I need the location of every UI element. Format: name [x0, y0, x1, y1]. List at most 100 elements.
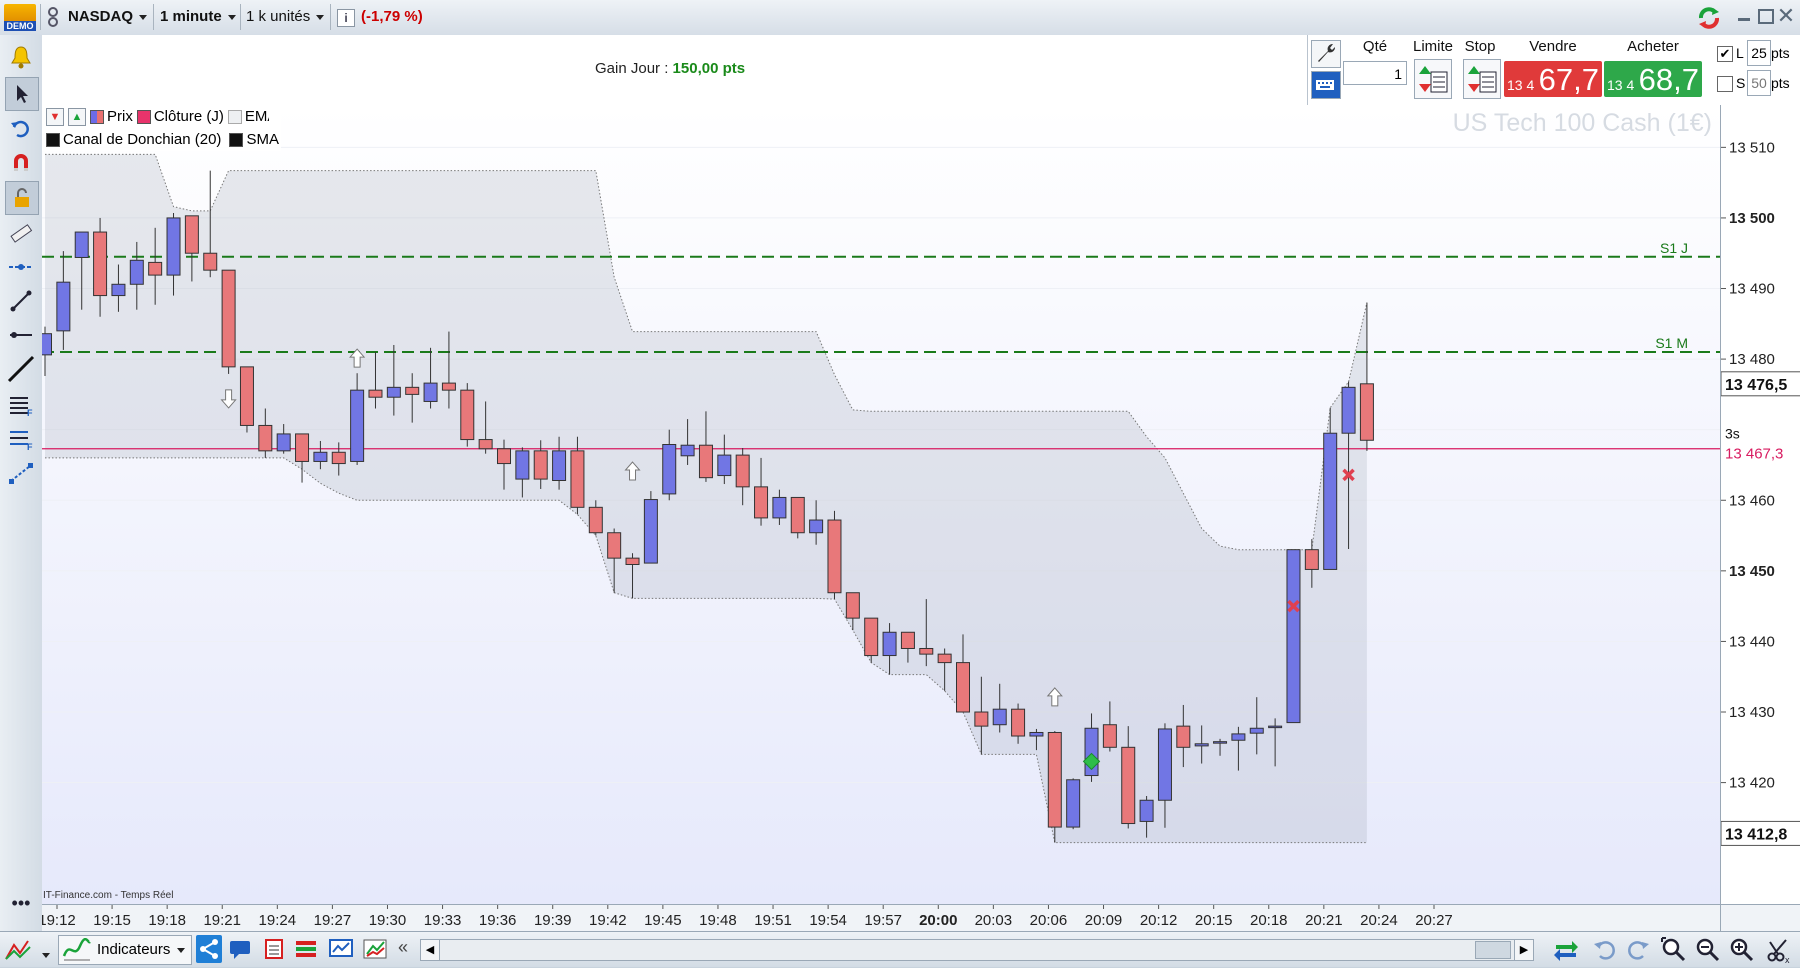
limit-toggle-label: L	[1736, 45, 1744, 61]
alert-bell-icon[interactable]	[5, 41, 37, 73]
chevron-down-icon	[316, 14, 325, 20]
legend-ema[interactable]: EMA	[245, 105, 269, 128]
ruler-icon[interactable]	[5, 217, 37, 249]
checklist-icon[interactable]	[262, 938, 286, 960]
candle-body	[827, 519, 842, 594]
segment-icon[interactable]	[5, 319, 37, 351]
scissors-icon[interactable]: x	[1766, 937, 1794, 965]
legend-donchian[interactable]: Canal de Donchian (20)	[63, 128, 221, 151]
legend-sma[interactable]: SMA	[246, 128, 279, 151]
buy-price-prefix: 13 4	[1607, 77, 1635, 93]
maximize-button[interactable]	[1758, 9, 1774, 24]
stop-distance-input[interactable]: 50	[1747, 70, 1771, 96]
price-tick-label: 13 490	[1729, 281, 1775, 298]
timeframe-selector[interactable]: 1 minute	[160, 5, 236, 29]
time-tick-label: 20:00	[919, 912, 957, 929]
magnet-icon[interactable]	[5, 147, 37, 179]
stop-checkbox[interactable]	[1717, 76, 1733, 92]
time-tick-label: 19:57	[864, 912, 902, 929]
candlestick-chart[interactable]: S1 J S1 M	[42, 105, 1720, 904]
refresh-icon[interactable]	[1695, 4, 1723, 32]
prix-color-chip[interactable]	[90, 109, 104, 124]
drawing-style-icon[interactable]	[4, 937, 36, 963]
horizontal-line-icon[interactable]	[5, 251, 37, 283]
swap-icon[interactable]	[1552, 937, 1580, 961]
price-axis[interactable]: 13 42013 43013 44013 45013 46013 47013 4…	[1720, 105, 1800, 904]
keyboard-icon[interactable]	[1311, 71, 1341, 99]
arrow-down-icon[interactable]: ▼	[46, 107, 64, 126]
trendline-icon[interactable]	[5, 285, 37, 317]
time-tick-label: 20:03	[975, 912, 1013, 929]
candle-body	[1194, 743, 1209, 747]
arrow-up-icon[interactable]: ▲	[68, 107, 86, 126]
zoom-out-icon[interactable]	[1694, 936, 1722, 962]
collapse-icon[interactable]: «	[398, 937, 408, 958]
scroll-right-button[interactable]: ▶	[1514, 940, 1533, 960]
share-icon[interactable]	[196, 935, 222, 963]
price-chart[interactable]: S1 J S1 M US Tech 100 Cash (1€) IT-Financ…	[42, 105, 1720, 904]
instrument-selector[interactable]: NASDAQ	[68, 5, 148, 29]
limit-label: Limite	[1412, 38, 1453, 55]
compare-chart-icon[interactable]	[362, 937, 388, 961]
time-tick-label: 19:54	[809, 912, 847, 929]
minimize-button[interactable]	[1738, 18, 1750, 21]
legend-prix[interactable]: Prix	[107, 105, 133, 128]
ema-color-chip[interactable]	[227, 109, 242, 124]
candle-body	[1066, 779, 1081, 828]
indicators-icon	[62, 938, 91, 961]
zoom-fit-icon[interactable]	[1660, 936, 1688, 962]
level-label: S1 J	[1660, 240, 1688, 256]
limit-distance-input[interactable]: 25	[1747, 40, 1771, 66]
sell-button[interactable]: 13 4 67,7	[1504, 61, 1602, 97]
chat-icon[interactable]	[228, 938, 252, 960]
wrench-icon[interactable]	[1311, 40, 1341, 68]
undo-cursor-icon[interactable]	[5, 113, 37, 145]
legend-cloture[interactable]: Clôture (J)	[154, 105, 224, 128]
stop-order-button[interactable]	[1463, 59, 1501, 99]
time-tick-label: 19:21	[203, 912, 241, 929]
donchian-color-chip[interactable]	[46, 132, 60, 147]
limit-checkbox[interactable]: ✔	[1717, 46, 1733, 62]
sell-price-prefix: 13 4	[1507, 77, 1535, 93]
candle-body	[313, 451, 328, 462]
line-icon[interactable]	[5, 353, 37, 385]
time-tick-label: 20:24	[1360, 912, 1398, 929]
orders-icon[interactable]	[294, 938, 318, 960]
lock-icon[interactable]	[5, 181, 39, 215]
indicators-button[interactable]: Indicateurs	[58, 935, 192, 965]
extend-line-icon[interactable]	[5, 457, 37, 489]
close-button[interactable]: ✕	[1776, 4, 1796, 28]
horizontal-scrollbar[interactable]: ◀ ▶	[420, 939, 1534, 961]
limit-order-button[interactable]	[1414, 59, 1452, 99]
price-tick-label: 13 440	[1729, 633, 1775, 650]
info-icon[interactable]: i	[337, 9, 355, 27]
fibonacci-fan-icon[interactable]: F	[5, 423, 37, 455]
candle-body	[754, 486, 769, 519]
scroll-thumb[interactable]	[1475, 941, 1511, 959]
candle-body	[405, 386, 420, 395]
svg-text:F: F	[27, 442, 33, 451]
chevron-down-icon[interactable]	[42, 947, 50, 965]
cursor-icon[interactable]	[5, 77, 39, 111]
more-tools-icon[interactable]: •••	[5, 887, 37, 919]
redo-icon[interactable]	[1627, 938, 1651, 960]
current-price-tag: 13 476,5	[1725, 377, 1787, 394]
undo-icon[interactable]	[1592, 938, 1616, 960]
time-axis[interactable]: 19:12 19:15 19:18 19:21 19:24 19:27 19:30 19:33…	[42, 904, 1720, 932]
candle-body	[1249, 727, 1264, 734]
scroll-left-button[interactable]: ◀	[421, 940, 440, 960]
units-selector[interactable]: 1 k unités	[246, 5, 325, 29]
bottom-toolbar: Indicateurs « ◀ ▶ x	[0, 931, 1800, 967]
screen-chart-icon[interactable]	[328, 937, 354, 961]
fibonacci-icon[interactable]: F	[5, 389, 37, 421]
buy-button[interactable]: 13 4 68,7	[1604, 61, 1702, 97]
candle-body	[368, 389, 383, 398]
chain-link-icon[interactable]	[44, 6, 62, 28]
sma-color-chip[interactable]	[229, 132, 244, 147]
cloture-color-chip[interactable]	[136, 109, 151, 124]
zoom-in-icon[interactable]	[1728, 936, 1756, 962]
candle-body	[735, 454, 750, 488]
quantity-input[interactable]: 1	[1343, 61, 1407, 85]
time-tick-label: 19:51	[754, 912, 792, 929]
candle-body	[42, 333, 52, 356]
